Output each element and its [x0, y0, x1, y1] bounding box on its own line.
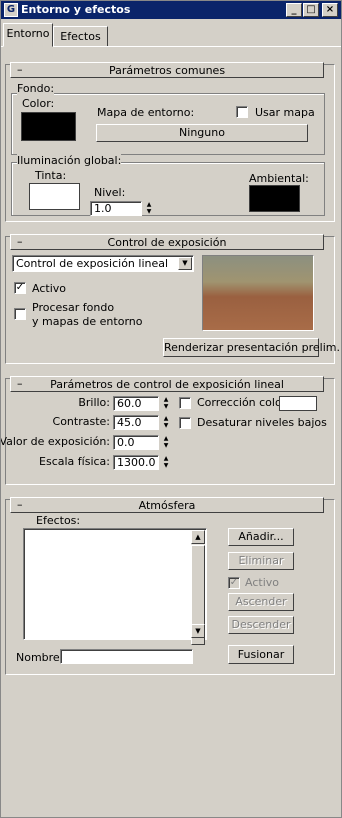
spinner-up-icon: ▲ — [146, 201, 152, 208]
contrast-input[interactable]: 45.0 — [113, 415, 159, 430]
background-group-label: Fondo: — [17, 82, 55, 95]
env-map-label: Mapa de entorno: — [97, 106, 195, 119]
environment-effects-window: G Entorno y efectos _ □ × Entorno Efecto… — [0, 0, 342, 818]
effects-list[interactable]: ▲ ▼ — [23, 528, 207, 645]
common-params-header[interactable]: – Parámetros comunes — [10, 62, 324, 78]
add-effect-button[interactable]: Añadir... — [228, 528, 294, 546]
brightness-input[interactable]: 60.0 — [113, 396, 159, 411]
effects-list-scrollbar[interactable]: ▲ ▼ — [191, 530, 205, 645]
move-up-button[interactable]: Ascender — [228, 593, 294, 611]
level-spinner[interactable]: ▲ ▼ — [144, 201, 154, 216]
spinner-up-icon: ▲ — [163, 415, 169, 422]
app-icon: G — [4, 3, 18, 17]
linear-exposure-params-header[interactable]: – Parámetros de control de exposición li… — [10, 376, 324, 392]
physical-scale-input[interactable]: 1300.0 — [113, 455, 159, 470]
name-label: Nombre: — [16, 651, 64, 664]
process-background-checkbox[interactable] — [14, 308, 26, 320]
spinner-down-icon: ▼ — [146, 208, 152, 215]
color-correction-checkbox[interactable] — [179, 397, 191, 409]
common-params-rollout: – Parámetros comunes Fondo: Color: Mapa … — [5, 62, 335, 222]
process-bg-label-line1: Procesar fondo — [32, 301, 115, 314]
effect-active-checkbox[interactable]: ✓ — [228, 577, 240, 589]
scroll-down-icon[interactable]: ▼ — [191, 624, 205, 638]
spinner-down-icon: ▼ — [163, 422, 169, 429]
spinner-up-icon: ▲ — [163, 396, 169, 403]
desaturate-label: Desaturar niveles bajos — [197, 416, 327, 429]
tint-color-swatch[interactable] — [29, 183, 80, 210]
effects-label: Efectos: — [36, 514, 81, 527]
color-correction-label: Corrección color: — [197, 396, 290, 409]
exposure-control-rollout: – Control de exposición Control de expos… — [5, 234, 340, 364]
exposure-value-spinner[interactable]: ▲ ▼ — [161, 435, 171, 450]
linear-exposure-params-rollout: – Parámetros de control de exposición li… — [1, 376, 335, 485]
spinner-down-icon: ▼ — [163, 442, 169, 449]
tab-entorno[interactable]: Entorno — [3, 23, 53, 47]
dropdown-value: Control de exposición lineal — [16, 257, 169, 270]
minimize-button[interactable]: _ — [286, 3, 302, 17]
spinner-up-icon: ▲ — [163, 435, 169, 442]
tint-label: Tinta: — [35, 169, 67, 182]
window-title: Entorno y efectos — [21, 3, 131, 16]
merge-button[interactable]: Fusionar — [228, 645, 294, 664]
spinner-down-icon: ▼ — [163, 403, 169, 410]
close-button[interactable]: × — [322, 3, 338, 17]
spinner-up-icon: ▲ — [163, 455, 169, 462]
move-down-button[interactable]: Descender — [228, 616, 294, 634]
exposure-preview-image — [202, 255, 314, 331]
tab-panel: – Parámetros comunes Fondo: Color: Mapa … — [1, 46, 341, 817]
atmosphere-header[interactable]: – Atmósfera — [10, 497, 324, 513]
contrast-spinner[interactable]: ▲ ▼ — [161, 415, 171, 430]
contrast-label: Contraste: — [52, 415, 110, 428]
rollout-title: Parámetros de control de exposición line… — [50, 378, 284, 391]
exposure-value-input[interactable]: 0.0 — [113, 435, 159, 450]
title-bar[interactable]: G Entorno y efectos _ □ × — [1, 1, 341, 19]
color-label: Color: — [22, 97, 55, 110]
rollout-title: Control de exposición — [107, 236, 227, 249]
active-label: Activo — [32, 282, 66, 295]
rollout-title: Parámetros comunes — [108, 64, 226, 77]
level-input[interactable]: 1.0 — [90, 201, 142, 216]
maximize-button[interactable]: □ — [303, 3, 319, 17]
render-preview-button[interactable]: Renderizar presentación prelim. — [163, 338, 340, 357]
tab-strip: Entorno Efectos — [1, 23, 341, 47]
chevron-down-icon: ▼ — [178, 257, 192, 270]
exposure-value-label: Valor de exposición: — [0, 435, 110, 448]
use-map-checkbox[interactable] — [236, 106, 248, 118]
effect-name-input[interactable] — [60, 649, 193, 664]
physical-scale-label: Escala física: — [39, 455, 110, 468]
ambient-label: Ambiental: — [249, 172, 309, 185]
environment-map-button[interactable]: Ninguno — [96, 124, 308, 142]
rollout-title: Atmósfera — [138, 499, 196, 512]
spinner-down-icon: ▼ — [163, 462, 169, 469]
process-bg-label-line2: y mapas de entorno — [32, 315, 143, 328]
exposure-control-header[interactable]: – Control de exposición — [10, 234, 324, 250]
ambient-color-swatch[interactable] — [249, 185, 300, 212]
atmosphere-rollout: – Atmósfera Efectos: ▲ ▼ Añadir... Elimi… — [5, 497, 335, 675]
background-color-swatch[interactable] — [21, 112, 76, 141]
active-checkbox[interactable]: ✓ — [14, 282, 26, 294]
use-map-label: Usar mapa — [255, 106, 315, 119]
desaturate-checkbox[interactable] — [179, 417, 191, 429]
level-label: Nivel: — [94, 186, 126, 199]
tab-efectos[interactable]: Efectos — [53, 26, 108, 47]
global-lighting-label: Iluminación global: — [17, 154, 122, 167]
brightness-label: Brillo: — [78, 396, 110, 409]
brightness-spinner[interactable]: ▲ ▼ — [161, 396, 171, 411]
scroll-up-icon[interactable]: ▲ — [191, 530, 205, 544]
physical-scale-spinner[interactable]: ▲ ▼ — [161, 455, 171, 470]
color-correction-swatch[interactable] — [279, 396, 317, 411]
remove-effect-button[interactable]: Eliminar — [228, 552, 294, 570]
exposure-type-dropdown[interactable]: Control de exposición lineal ▼ — [12, 255, 194, 272]
effect-active-label: Activo — [245, 576, 279, 589]
